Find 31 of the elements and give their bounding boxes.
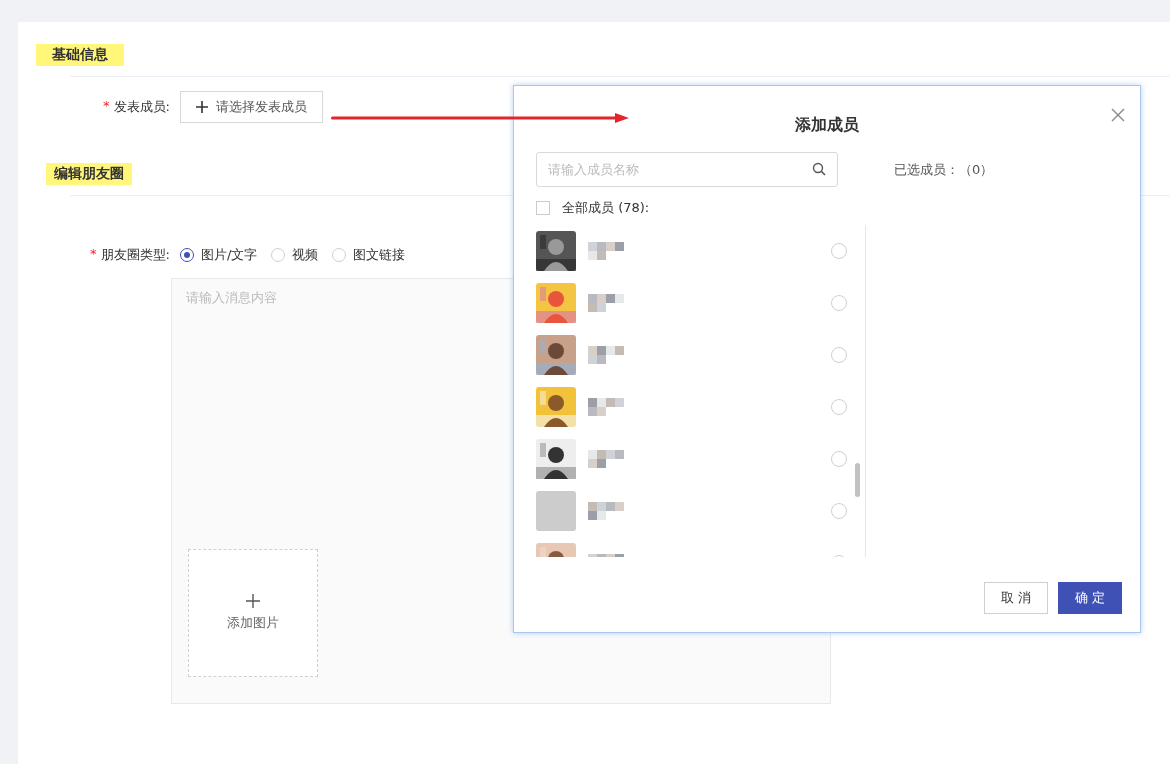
option-label[interactable]: 图文链接 bbox=[353, 246, 406, 264]
plus-icon bbox=[246, 594, 260, 608]
field-label: 朋友圈类型: bbox=[100, 246, 170, 264]
required-mark: * bbox=[90, 246, 97, 263]
checkbox[interactable] bbox=[536, 201, 550, 215]
plus-icon bbox=[196, 101, 208, 113]
option-label[interactable]: 图片/文字 bbox=[201, 246, 258, 264]
selected-count: 已选成员：（0） bbox=[894, 162, 994, 177]
search-field[interactable]: 请输入成员名称 bbox=[536, 152, 838, 187]
section-title: 编辑朋友圈 bbox=[46, 163, 132, 185]
blurred-name-drawing bbox=[588, 398, 624, 416]
blurred-name-drawing bbox=[588, 450, 624, 468]
dialog-title: 添加成员 bbox=[794, 115, 860, 136]
blurred-name-drawing bbox=[588, 346, 624, 364]
blurred-name-drawing bbox=[588, 294, 624, 312]
radio-button[interactable] bbox=[180, 248, 194, 262]
cancel-button[interactable]: 取 消 bbox=[984, 582, 1048, 614]
blurred-name-drawing bbox=[588, 502, 624, 520]
field-label: 发表成员: bbox=[113, 98, 170, 116]
add-image-button[interactable]: 添加图片 bbox=[188, 549, 318, 677]
section-title: 基础信息 bbox=[36, 44, 124, 66]
avatar-placeholder bbox=[536, 491, 576, 531]
confirm-button[interactable]: 确 定 bbox=[1058, 582, 1122, 614]
option-label[interactable]: 视频 bbox=[292, 246, 319, 264]
select-members-button[interactable]: 请选择发表成员 bbox=[180, 91, 323, 123]
search-icon[interactable] bbox=[812, 162, 826, 176]
blurred-name-drawing bbox=[588, 242, 624, 260]
required-mark: * bbox=[103, 98, 110, 115]
close-icon[interactable] bbox=[1111, 108, 1125, 122]
select-all-label[interactable]: 全部成员 (78): bbox=[562, 199, 650, 217]
scrollbar-thumb[interactable] bbox=[855, 463, 861, 497]
